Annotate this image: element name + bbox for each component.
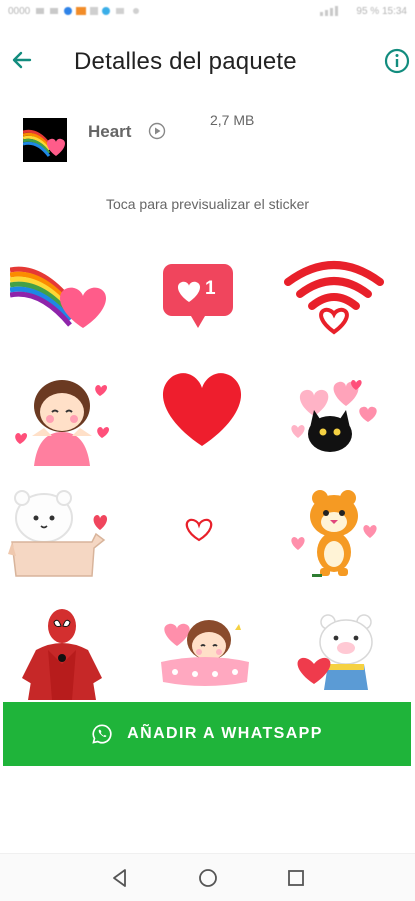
sticker-spiderman[interactable] — [12, 604, 112, 704]
carrier-text: 0000 — [8, 5, 31, 17]
like-count: 1 — [205, 278, 216, 299]
signal-icon — [320, 6, 339, 16]
info-button[interactable] — [383, 47, 411, 75]
status-right: 95 % 15:34 — [320, 6, 407, 17]
back-button[interactable] — [6, 44, 38, 76]
play-circle-icon[interactable] — [148, 122, 166, 140]
status-left: 0000 — [8, 6, 146, 17]
system-nav-bar — [0, 853, 415, 901]
small-heart-outline-sticker — [185, 518, 213, 542]
pack-tray-icon[interactable] — [23, 118, 67, 162]
page-title: Detalles del paquete — [74, 48, 297, 75]
pig-heart-sticker — [297, 614, 373, 690]
pack-name: Heart — [88, 122, 132, 141]
notification-icons — [36, 7, 140, 15]
sticker-small-heart-outline[interactable] — [150, 480, 250, 580]
app-bar: Detalles del paquete — [0, 40, 415, 84]
spiderman-sticker — [22, 609, 102, 700]
sticker-rainbow-heart[interactable] — [9, 250, 110, 350]
battery-time-text: 95 % 15:34 — [356, 5, 407, 17]
girl-hearts-sticker — [15, 380, 110, 466]
add-to-whatsapp-button[interactable]: AÑADIR A WHATSAPP — [3, 702, 411, 766]
arrow-left-icon — [12, 51, 32, 69]
sticker-wifi-heart[interactable] — [284, 254, 384, 354]
pack-size: 2,7 MB — [210, 112, 255, 128]
red-heart-sticker — [162, 373, 242, 446]
sticker-tiger-hearts[interactable] — [284, 486, 384, 586]
preview-hint: Toca para previsualizar el sticker — [105, 196, 310, 212]
nav-recents-icon[interactable] — [284, 866, 308, 890]
sticker-like-notification[interactable]: 1 — [157, 250, 257, 350]
like-notification-sticker — [163, 264, 233, 328]
add-button-label: AÑADIR A WHATSAPP — [127, 725, 323, 742]
girl-blanket-sticker — [161, 620, 249, 686]
nav-back-icon[interactable] — [108, 866, 132, 890]
whatsapp-icon — [92, 724, 112, 744]
black-cat-hearts-sticker — [291, 380, 377, 452]
bear-box-sticker — [8, 490, 108, 577]
info-icon — [384, 48, 410, 74]
status-bar: 0000 95 % 15:34 — [0, 0, 415, 22]
sticker-girl-hearts[interactable] — [12, 366, 112, 466]
sticker-girl-blanket[interactable] — [155, 606, 255, 706]
sticker-red-heart[interactable] — [155, 362, 255, 462]
nav-home-icon[interactable] — [196, 866, 220, 890]
sticker-black-cat-hearts[interactable] — [284, 366, 384, 466]
tiger-hearts-sticker — [291, 490, 377, 577]
rainbow-heart-thumb — [23, 118, 67, 162]
wifi-heart-sticker — [284, 261, 384, 335]
sticker-pig-heart[interactable] — [284, 606, 384, 706]
rainbow-heart-sticker — [9, 266, 106, 328]
pack-header: Heart 2,7 MB — [0, 112, 415, 172]
sticker-bear-box[interactable] — [8, 486, 108, 586]
